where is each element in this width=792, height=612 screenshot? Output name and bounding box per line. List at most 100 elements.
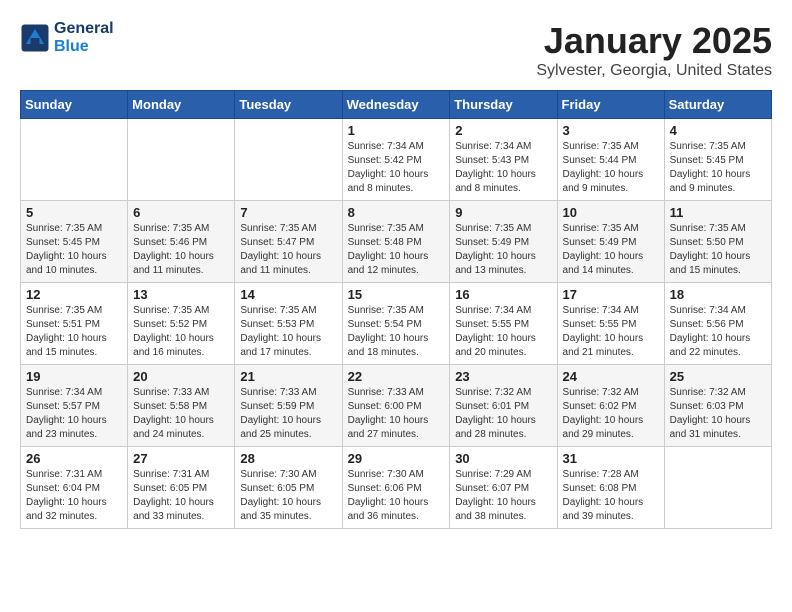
- calendar-cell: 3 Sunrise: 7:35 AM Sunset: 5:44 PM Daylig…: [557, 119, 664, 201]
- day-number: 19: [26, 369, 122, 384]
- day-number: 1: [348, 123, 445, 138]
- day-number: 22: [348, 369, 445, 384]
- day-info: Sunrise: 7:35 AM Sunset: 5:47 PM Dayligh…: [240, 222, 336, 278]
- day-info: Sunrise: 7:35 AM Sunset: 5:54 PM Dayligh…: [348, 304, 445, 360]
- day-number: 14: [240, 287, 336, 302]
- day-info: Sunrise: 7:33 AM Sunset: 5:59 PM Dayligh…: [240, 386, 336, 442]
- day-number: 30: [455, 451, 551, 466]
- day-info: Sunrise: 7:34 AM Sunset: 5:57 PM Dayligh…: [26, 386, 122, 442]
- day-info: Sunrise: 7:35 AM Sunset: 5:45 PM Dayligh…: [670, 140, 766, 196]
- calendar-cell: 22 Sunrise: 7:33 AM Sunset: 6:00 PM Dayli…: [342, 365, 450, 447]
- calendar-cell: 4 Sunrise: 7:35 AM Sunset: 5:45 PM Daylig…: [664, 119, 771, 201]
- day-info: Sunrise: 7:35 AM Sunset: 5:48 PM Dayligh…: [348, 222, 445, 278]
- calendar-cell: 11Sunrise: 7:35 AM Sunset: 5:50 PM Dayli…: [664, 201, 771, 283]
- weekday-header-saturday: Saturday: [664, 91, 771, 119]
- calendar-cell: [128, 119, 235, 201]
- calendar-table: SundayMondayTuesdayWednesdayThursdayFrid…: [20, 90, 772, 529]
- calendar-cell: 19 Sunrise: 7:34 AM Sunset: 5:57 PM Dayli…: [21, 365, 128, 447]
- weekday-header-monday: Monday: [128, 91, 235, 119]
- week-row-2: 5Sunrise: 7:35 AM Sunset: 5:45 PM Daylig…: [21, 201, 772, 283]
- day-info: Sunrise: 7:34 AM Sunset: 5:43 PM Dayligh…: [455, 140, 551, 196]
- calendar-cell: 29 Sunrise: 7:30 AM Sunset: 6:06 PM Dayli…: [342, 447, 450, 529]
- day-info: Sunrise: 7:34 AM Sunset: 5:56 PM Dayligh…: [670, 304, 766, 360]
- calendar-cell: 27 Sunrise: 7:31 AM Sunset: 6:05 PM Dayli…: [128, 447, 235, 529]
- day-number: 21: [240, 369, 336, 384]
- calendar-cell: 25Sunrise: 7:32 AM Sunset: 6:03 PM Dayli…: [664, 365, 771, 447]
- day-number: 12: [26, 287, 122, 302]
- day-number: 20: [133, 369, 229, 384]
- calendar-cell: 16 Sunrise: 7:34 AM Sunset: 5:55 PM Dayli…: [450, 283, 557, 365]
- calendar-cell: 23Sunrise: 7:32 AM Sunset: 6:01 PM Dayli…: [450, 365, 557, 447]
- calendar-cell: 14 Sunrise: 7:35 AM Sunset: 5:53 PM Dayli…: [235, 283, 342, 365]
- calendar-cell: 17 Sunrise: 7:34 AM Sunset: 5:55 PM Dayli…: [557, 283, 664, 365]
- week-row-3: 12Sunrise: 7:35 AM Sunset: 5:51 PM Dayli…: [21, 283, 772, 365]
- day-number: 16: [455, 287, 551, 302]
- day-number: 31: [563, 451, 659, 466]
- day-number: 4: [670, 123, 766, 138]
- logo-text-line2: Blue: [54, 38, 114, 56]
- day-number: 13: [133, 287, 229, 302]
- day-info: Sunrise: 7:34 AM Sunset: 5:55 PM Dayligh…: [455, 304, 551, 360]
- day-info: Sunrise: 7:35 AM Sunset: 5:52 PM Dayligh…: [133, 304, 229, 360]
- day-info: Sunrise: 7:35 AM Sunset: 5:44 PM Dayligh…: [563, 140, 659, 196]
- day-number: 26: [26, 451, 122, 466]
- day-number: 9: [455, 205, 551, 220]
- day-info: Sunrise: 7:28 AM Sunset: 6:08 PM Dayligh…: [563, 468, 659, 524]
- weekday-header-row: SundayMondayTuesdayWednesdayThursdayFrid…: [21, 91, 772, 119]
- day-info: Sunrise: 7:35 AM Sunset: 5:49 PM Dayligh…: [563, 222, 659, 278]
- calendar-cell: 5Sunrise: 7:35 AM Sunset: 5:45 PM Daylig…: [21, 201, 128, 283]
- day-info: Sunrise: 7:32 AM Sunset: 6:03 PM Dayligh…: [670, 386, 766, 442]
- day-info: Sunrise: 7:30 AM Sunset: 6:06 PM Dayligh…: [348, 468, 445, 524]
- day-info: Sunrise: 7:29 AM Sunset: 6:07 PM Dayligh…: [455, 468, 551, 524]
- day-number: 11: [670, 205, 766, 220]
- logo-icon: [20, 23, 50, 53]
- week-row-4: 19 Sunrise: 7:34 AM Sunset: 5:57 PM Dayli…: [21, 365, 772, 447]
- calendar-cell: 6Sunrise: 7:35 AM Sunset: 5:46 PM Daylig…: [128, 201, 235, 283]
- day-info: Sunrise: 7:32 AM Sunset: 6:02 PM Dayligh…: [563, 386, 659, 442]
- day-info: Sunrise: 7:35 AM Sunset: 5:53 PM Dayligh…: [240, 304, 336, 360]
- title-block: January 2025 Sylvester, Georgia, United …: [536, 20, 772, 80]
- calendar-cell: 7 Sunrise: 7:35 AM Sunset: 5:47 PM Daylig…: [235, 201, 342, 283]
- calendar-cell: 24 Sunrise: 7:32 AM Sunset: 6:02 PM Dayli…: [557, 365, 664, 447]
- day-number: 28: [240, 451, 336, 466]
- calendar-cell: [21, 119, 128, 201]
- calendar-cell: 18 Sunrise: 7:34 AM Sunset: 5:56 PM Dayli…: [664, 283, 771, 365]
- day-number: 24: [563, 369, 659, 384]
- day-number: 17: [563, 287, 659, 302]
- day-number: 18: [670, 287, 766, 302]
- day-info: Sunrise: 7:32 AM Sunset: 6:01 PM Dayligh…: [455, 386, 551, 442]
- day-info: Sunrise: 7:35 AM Sunset: 5:46 PM Dayligh…: [133, 222, 229, 278]
- weekday-header-thursday: Thursday: [450, 91, 557, 119]
- day-info: Sunrise: 7:34 AM Sunset: 5:55 PM Dayligh…: [563, 304, 659, 360]
- week-row-1: 1Sunrise: 7:34 AM Sunset: 5:42 PM Daylig…: [21, 119, 772, 201]
- logo: General Blue: [20, 20, 114, 56]
- calendar-cell: 15 Sunrise: 7:35 AM Sunset: 5:54 PM Dayli…: [342, 283, 450, 365]
- location-subtitle: Sylvester, Georgia, United States: [536, 62, 772, 80]
- calendar-cell: 21 Sunrise: 7:33 AM Sunset: 5:59 PM Dayli…: [235, 365, 342, 447]
- calendar-cell: 1Sunrise: 7:34 AM Sunset: 5:42 PM Daylig…: [342, 119, 450, 201]
- day-info: Sunrise: 7:35 AM Sunset: 5:49 PM Dayligh…: [455, 222, 551, 278]
- calendar-cell: 31 Sunrise: 7:28 AM Sunset: 6:08 PM Dayli…: [557, 447, 664, 529]
- day-info: Sunrise: 7:33 AM Sunset: 6:00 PM Dayligh…: [348, 386, 445, 442]
- day-number: 3: [563, 123, 659, 138]
- calendar-cell: 9 Sunrise: 7:35 AM Sunset: 5:49 PM Daylig…: [450, 201, 557, 283]
- month-title: January 2025: [536, 20, 772, 62]
- weekday-header-sunday: Sunday: [21, 91, 128, 119]
- day-number: 15: [348, 287, 445, 302]
- day-info: Sunrise: 7:30 AM Sunset: 6:05 PM Dayligh…: [240, 468, 336, 524]
- day-number: 7: [240, 205, 336, 220]
- week-row-5: 26Sunrise: 7:31 AM Sunset: 6:04 PM Dayli…: [21, 447, 772, 529]
- day-info: Sunrise: 7:33 AM Sunset: 5:58 PM Dayligh…: [133, 386, 229, 442]
- weekday-header-friday: Friday: [557, 91, 664, 119]
- calendar-cell: 10 Sunrise: 7:35 AM Sunset: 5:49 PM Dayli…: [557, 201, 664, 283]
- calendar-cell: 20 Sunrise: 7:33 AM Sunset: 5:58 PM Dayli…: [128, 365, 235, 447]
- day-info: Sunrise: 7:31 AM Sunset: 6:05 PM Dayligh…: [133, 468, 229, 524]
- calendar-cell: 2Sunrise: 7:34 AM Sunset: 5:43 PM Daylig…: [450, 119, 557, 201]
- day-number: 27: [133, 451, 229, 466]
- day-number: 29: [348, 451, 445, 466]
- day-number: 10: [563, 205, 659, 220]
- day-number: 5: [26, 205, 122, 220]
- calendar-cell: [235, 119, 342, 201]
- weekday-header-tuesday: Tuesday: [235, 91, 342, 119]
- page-header: General Blue January 2025 Sylvester, Geo…: [20, 20, 772, 80]
